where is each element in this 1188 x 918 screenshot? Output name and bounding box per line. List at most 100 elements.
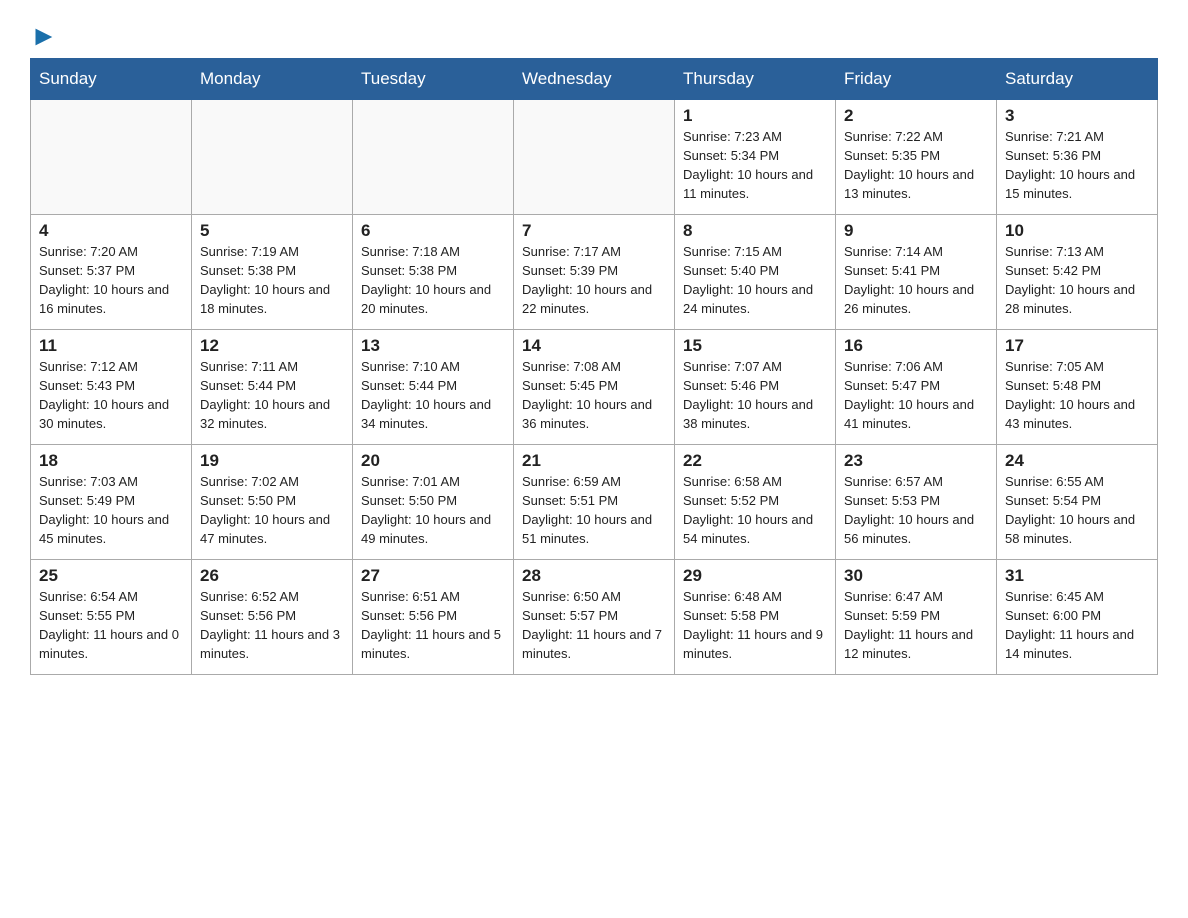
calendar-cell: 1Sunrise: 7:23 AM Sunset: 5:34 PM Daylig… bbox=[675, 100, 836, 215]
calendar-cell: 23Sunrise: 6:57 AM Sunset: 5:53 PM Dayli… bbox=[836, 445, 997, 560]
day-info: Sunrise: 6:57 AM Sunset: 5:53 PM Dayligh… bbox=[844, 473, 988, 548]
calendar-cell: 24Sunrise: 6:55 AM Sunset: 5:54 PM Dayli… bbox=[997, 445, 1158, 560]
day-info: Sunrise: 7:14 AM Sunset: 5:41 PM Dayligh… bbox=[844, 243, 988, 318]
calendar-cell: 28Sunrise: 6:50 AM Sunset: 5:57 PM Dayli… bbox=[514, 560, 675, 675]
day-number: 11 bbox=[39, 336, 183, 356]
calendar-cell: 31Sunrise: 6:45 AM Sunset: 6:00 PM Dayli… bbox=[997, 560, 1158, 675]
day-number: 18 bbox=[39, 451, 183, 471]
week-row-5: 25Sunrise: 6:54 AM Sunset: 5:55 PM Dayli… bbox=[31, 560, 1158, 675]
calendar-cell: 27Sunrise: 6:51 AM Sunset: 5:56 PM Dayli… bbox=[353, 560, 514, 675]
day-header-saturday: Saturday bbox=[997, 59, 1158, 100]
day-number: 16 bbox=[844, 336, 988, 356]
day-info: Sunrise: 7:06 AM Sunset: 5:47 PM Dayligh… bbox=[844, 358, 988, 433]
week-row-3: 11Sunrise: 7:12 AM Sunset: 5:43 PM Dayli… bbox=[31, 330, 1158, 445]
day-info: Sunrise: 7:05 AM Sunset: 5:48 PM Dayligh… bbox=[1005, 358, 1149, 433]
calendar-cell: 17Sunrise: 7:05 AM Sunset: 5:48 PM Dayli… bbox=[997, 330, 1158, 445]
day-info: Sunrise: 7:08 AM Sunset: 5:45 PM Dayligh… bbox=[522, 358, 666, 433]
day-number: 25 bbox=[39, 566, 183, 586]
day-number: 31 bbox=[1005, 566, 1149, 586]
calendar-cell: 30Sunrise: 6:47 AM Sunset: 5:59 PM Dayli… bbox=[836, 560, 997, 675]
day-header-tuesday: Tuesday bbox=[353, 59, 514, 100]
logo-blue-text: ► bbox=[30, 20, 58, 52]
day-header-monday: Monday bbox=[192, 59, 353, 100]
calendar-cell: 13Sunrise: 7:10 AM Sunset: 5:44 PM Dayli… bbox=[353, 330, 514, 445]
day-number: 4 bbox=[39, 221, 183, 241]
day-info: Sunrise: 7:21 AM Sunset: 5:36 PM Dayligh… bbox=[1005, 128, 1149, 203]
calendar-cell: 16Sunrise: 7:06 AM Sunset: 5:47 PM Dayli… bbox=[836, 330, 997, 445]
calendar-cell: 22Sunrise: 6:58 AM Sunset: 5:52 PM Dayli… bbox=[675, 445, 836, 560]
day-number: 12 bbox=[200, 336, 344, 356]
calendar-cell: 26Sunrise: 6:52 AM Sunset: 5:56 PM Dayli… bbox=[192, 560, 353, 675]
calendar-cell: 3Sunrise: 7:21 AM Sunset: 5:36 PM Daylig… bbox=[997, 100, 1158, 215]
day-number: 13 bbox=[361, 336, 505, 356]
day-info: Sunrise: 7:20 AM Sunset: 5:37 PM Dayligh… bbox=[39, 243, 183, 318]
day-info: Sunrise: 7:19 AM Sunset: 5:38 PM Dayligh… bbox=[200, 243, 344, 318]
day-number: 15 bbox=[683, 336, 827, 356]
calendar-cell: 18Sunrise: 7:03 AM Sunset: 5:49 PM Dayli… bbox=[31, 445, 192, 560]
day-number: 29 bbox=[683, 566, 827, 586]
calendar-cell: 7Sunrise: 7:17 AM Sunset: 5:39 PM Daylig… bbox=[514, 215, 675, 330]
day-info: Sunrise: 7:10 AM Sunset: 5:44 PM Dayligh… bbox=[361, 358, 505, 433]
day-info: Sunrise: 6:59 AM Sunset: 5:51 PM Dayligh… bbox=[522, 473, 666, 548]
day-number: 24 bbox=[1005, 451, 1149, 471]
calendar-cell bbox=[192, 100, 353, 215]
day-number: 28 bbox=[522, 566, 666, 586]
day-info: Sunrise: 7:11 AM Sunset: 5:44 PM Dayligh… bbox=[200, 358, 344, 433]
day-info: Sunrise: 7:12 AM Sunset: 5:43 PM Dayligh… bbox=[39, 358, 183, 433]
day-number: 1 bbox=[683, 106, 827, 126]
days-header-row: SundayMondayTuesdayWednesdayThursdayFrid… bbox=[31, 59, 1158, 100]
day-info: Sunrise: 6:50 AM Sunset: 5:57 PM Dayligh… bbox=[522, 588, 666, 663]
calendar-cell: 12Sunrise: 7:11 AM Sunset: 5:44 PM Dayli… bbox=[192, 330, 353, 445]
day-number: 19 bbox=[200, 451, 344, 471]
day-number: 2 bbox=[844, 106, 988, 126]
calendar-cell bbox=[31, 100, 192, 215]
day-number: 27 bbox=[361, 566, 505, 586]
day-number: 5 bbox=[200, 221, 344, 241]
day-header-wednesday: Wednesday bbox=[514, 59, 675, 100]
day-info: Sunrise: 6:48 AM Sunset: 5:58 PM Dayligh… bbox=[683, 588, 827, 663]
calendar-cell: 10Sunrise: 7:13 AM Sunset: 5:42 PM Dayli… bbox=[997, 215, 1158, 330]
calendar-cell: 15Sunrise: 7:07 AM Sunset: 5:46 PM Dayli… bbox=[675, 330, 836, 445]
calendar-cell: 25Sunrise: 6:54 AM Sunset: 5:55 PM Dayli… bbox=[31, 560, 192, 675]
calendar-cell bbox=[514, 100, 675, 215]
week-row-2: 4Sunrise: 7:20 AM Sunset: 5:37 PM Daylig… bbox=[31, 215, 1158, 330]
day-info: Sunrise: 6:58 AM Sunset: 5:52 PM Dayligh… bbox=[683, 473, 827, 548]
day-info: Sunrise: 6:45 AM Sunset: 6:00 PM Dayligh… bbox=[1005, 588, 1149, 663]
calendar-cell: 29Sunrise: 6:48 AM Sunset: 5:58 PM Dayli… bbox=[675, 560, 836, 675]
day-header-sunday: Sunday bbox=[31, 59, 192, 100]
calendar-cell: 6Sunrise: 7:18 AM Sunset: 5:38 PM Daylig… bbox=[353, 215, 514, 330]
day-number: 20 bbox=[361, 451, 505, 471]
day-info: Sunrise: 6:52 AM Sunset: 5:56 PM Dayligh… bbox=[200, 588, 344, 663]
day-number: 23 bbox=[844, 451, 988, 471]
day-info: Sunrise: 7:07 AM Sunset: 5:46 PM Dayligh… bbox=[683, 358, 827, 433]
calendar-cell: 5Sunrise: 7:19 AM Sunset: 5:38 PM Daylig… bbox=[192, 215, 353, 330]
day-info: Sunrise: 7:23 AM Sunset: 5:34 PM Dayligh… bbox=[683, 128, 827, 203]
calendar-cell: 8Sunrise: 7:15 AM Sunset: 5:40 PM Daylig… bbox=[675, 215, 836, 330]
day-number: 30 bbox=[844, 566, 988, 586]
day-info: Sunrise: 7:02 AM Sunset: 5:50 PM Dayligh… bbox=[200, 473, 344, 548]
day-number: 7 bbox=[522, 221, 666, 241]
day-number: 21 bbox=[522, 451, 666, 471]
day-number: 8 bbox=[683, 221, 827, 241]
day-info: Sunrise: 7:17 AM Sunset: 5:39 PM Dayligh… bbox=[522, 243, 666, 318]
day-number: 26 bbox=[200, 566, 344, 586]
day-header-friday: Friday bbox=[836, 59, 997, 100]
calendar-cell: 20Sunrise: 7:01 AM Sunset: 5:50 PM Dayli… bbox=[353, 445, 514, 560]
logo: ► bbox=[30, 20, 58, 48]
calendar-cell: 19Sunrise: 7:02 AM Sunset: 5:50 PM Dayli… bbox=[192, 445, 353, 560]
day-number: 14 bbox=[522, 336, 666, 356]
day-number: 17 bbox=[1005, 336, 1149, 356]
day-header-thursday: Thursday bbox=[675, 59, 836, 100]
calendar-table: SundayMondayTuesdayWednesdayThursdayFrid… bbox=[30, 58, 1158, 675]
calendar-cell: 4Sunrise: 7:20 AM Sunset: 5:37 PM Daylig… bbox=[31, 215, 192, 330]
calendar-cell bbox=[353, 100, 514, 215]
day-info: Sunrise: 6:55 AM Sunset: 5:54 PM Dayligh… bbox=[1005, 473, 1149, 548]
day-info: Sunrise: 7:13 AM Sunset: 5:42 PM Dayligh… bbox=[1005, 243, 1149, 318]
day-info: Sunrise: 7:22 AM Sunset: 5:35 PM Dayligh… bbox=[844, 128, 988, 203]
calendar-cell: 14Sunrise: 7:08 AM Sunset: 5:45 PM Dayli… bbox=[514, 330, 675, 445]
calendar-cell: 11Sunrise: 7:12 AM Sunset: 5:43 PM Dayli… bbox=[31, 330, 192, 445]
calendar-cell: 21Sunrise: 6:59 AM Sunset: 5:51 PM Dayli… bbox=[514, 445, 675, 560]
day-info: Sunrise: 7:15 AM Sunset: 5:40 PM Dayligh… bbox=[683, 243, 827, 318]
day-info: Sunrise: 7:01 AM Sunset: 5:50 PM Dayligh… bbox=[361, 473, 505, 548]
day-number: 22 bbox=[683, 451, 827, 471]
